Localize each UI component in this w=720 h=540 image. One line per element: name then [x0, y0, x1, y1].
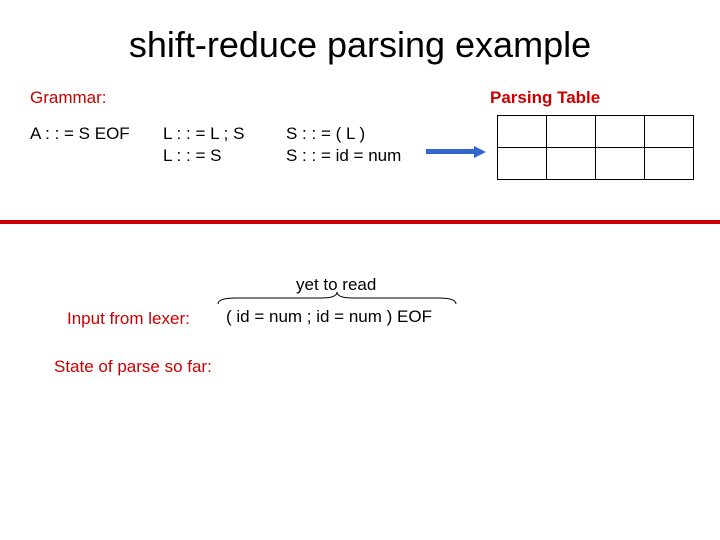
input-from-lexer-label: Input from lexer: — [67, 309, 190, 329]
grammar-rule-l1: L : : = L ; S — [163, 124, 244, 144]
parsing-table-grid — [497, 115, 694, 180]
arrow-icon — [426, 146, 486, 158]
parsing-table-label: Parsing Table — [490, 88, 600, 108]
input-stream-value: ( id = num ; id = num ) EOF — [220, 297, 438, 336]
state-of-parse-label: State of parse so far: — [54, 357, 212, 377]
slide-title: shift-reduce parsing example — [0, 0, 720, 66]
parse-cell — [645, 116, 694, 148]
parse-cell — [498, 148, 547, 180]
parse-cell — [547, 116, 596, 148]
grammar-rule-s2: S : : = id = num — [286, 146, 401, 166]
grammar-rule-s1: S : : = ( L ) — [286, 124, 365, 144]
parse-cell — [498, 116, 547, 148]
parse-cell — [596, 116, 645, 148]
parse-cell — [596, 148, 645, 180]
section-divider — [0, 220, 720, 224]
parse-cell — [645, 148, 694, 180]
grammar-rule-a: A : : = S EOF — [30, 124, 130, 144]
grammar-label: Grammar: — [30, 88, 107, 108]
grammar-rule-l2: L : : = S — [163, 146, 221, 166]
parse-cell — [547, 148, 596, 180]
